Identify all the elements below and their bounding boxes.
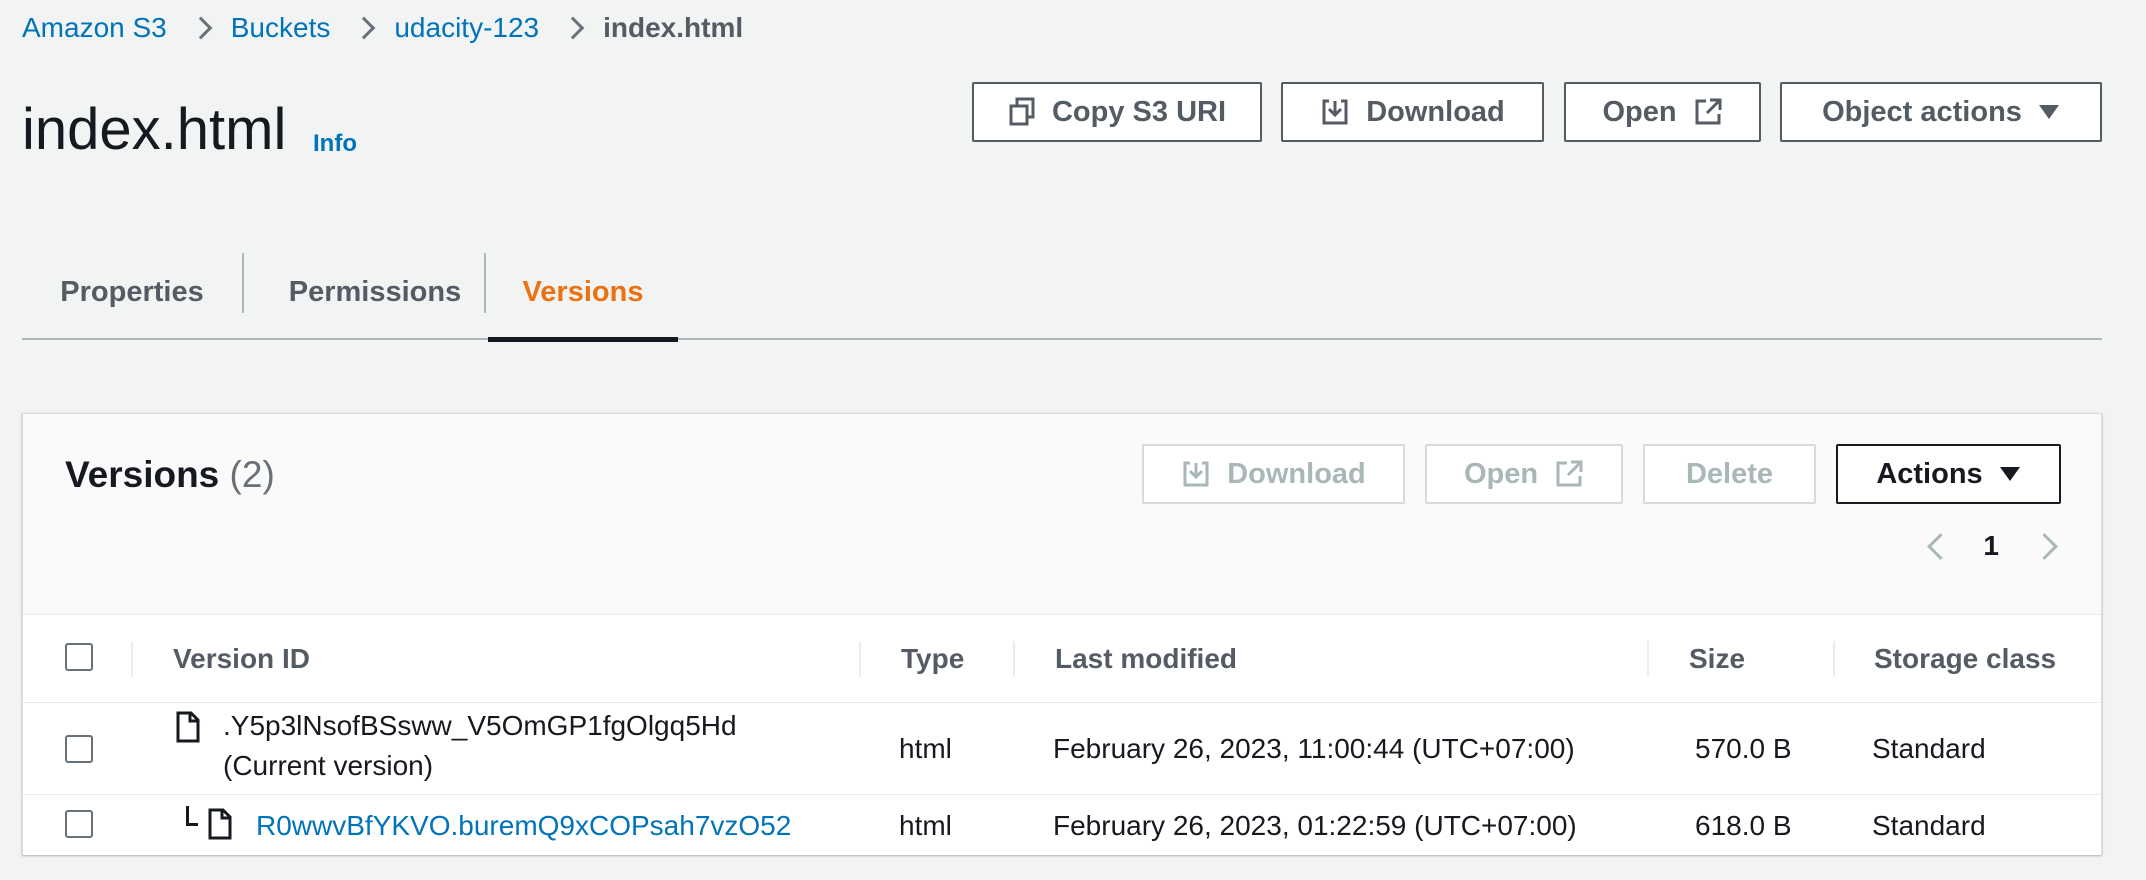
column-divider xyxy=(131,641,133,677)
version-download-label: Download xyxy=(1227,457,1366,490)
cell-type: html xyxy=(899,810,952,841)
table-row: .Y5p3lNsofBSsww_V5OmGP1fgOlgq5Hd (Curren… xyxy=(23,703,2101,795)
version-delete-button[interactable]: Delete xyxy=(1643,444,1816,504)
tab-permissions[interactable]: Permissions xyxy=(244,245,506,340)
copy-s3-uri-label: Copy S3 URI xyxy=(1051,95,1227,128)
open-label: Open xyxy=(1602,95,1677,128)
next-page-icon[interactable] xyxy=(2033,529,2061,563)
version-open-label: Open xyxy=(1463,457,1539,490)
versions-count: (2) xyxy=(229,454,275,495)
download-button[interactable]: Download xyxy=(1281,82,1544,142)
column-divider xyxy=(1013,641,1015,677)
copy-icon xyxy=(1008,97,1036,127)
column-version-id[interactable]: Version ID xyxy=(173,615,310,703)
object-actions-button[interactable]: Object actions xyxy=(1780,82,2102,142)
breadcrumb-amazon-s3[interactable]: Amazon S3 xyxy=(22,12,167,44)
previous-page-icon[interactable] xyxy=(1921,529,1949,563)
cell-storage-class: Standard xyxy=(1872,810,1986,841)
caret-down-icon xyxy=(1999,466,2021,482)
copy-s3-uri-button[interactable]: Copy S3 URI xyxy=(972,82,1262,142)
download-icon xyxy=(1181,459,1211,489)
s3-object-page: Amazon S3 Buckets udacity-123 index.html… xyxy=(0,0,2146,880)
breadcrumb-bucket[interactable]: udacity-123 xyxy=(394,12,539,44)
row-checkbox[interactable] xyxy=(65,735,93,763)
cell-storage-class: Standard xyxy=(1872,733,1986,764)
tab-properties[interactable]: Properties xyxy=(22,245,242,340)
download-icon xyxy=(1320,97,1350,127)
column-divider xyxy=(859,641,861,677)
breadcrumb: Amazon S3 Buckets udacity-123 index.html xyxy=(22,12,743,44)
chevron-right-icon xyxy=(342,16,382,40)
version-open-button[interactable]: Open xyxy=(1425,444,1623,504)
breadcrumb-buckets[interactable]: Buckets xyxy=(231,12,331,44)
cell-type: html xyxy=(899,733,952,764)
column-divider xyxy=(1833,641,1835,677)
external-link-icon xyxy=(1693,97,1723,127)
child-version-indicator xyxy=(186,806,198,826)
row-checkbox[interactable] xyxy=(65,810,93,838)
external-link-icon xyxy=(1554,459,1584,489)
version-id: .Y5p3lNsofBSsww_V5OmGP1fgOlgq5Hd xyxy=(223,710,737,741)
column-type[interactable]: Type xyxy=(901,615,964,703)
info-link[interactable]: Info xyxy=(313,130,357,158)
cell-size: 618.0 B xyxy=(1695,810,1792,841)
pagination: 1 xyxy=(1921,529,2061,563)
versions-heading: Versions (2) xyxy=(65,454,275,496)
table-header: Version ID Type Last modified Size Stora… xyxy=(23,615,2101,703)
version-download-button[interactable]: Download xyxy=(1142,444,1405,504)
file-icon xyxy=(207,808,233,845)
chevron-right-icon xyxy=(551,16,591,40)
version-delete-label: Delete xyxy=(1685,457,1774,490)
column-last-modified[interactable]: Last modified xyxy=(1055,615,1237,703)
breadcrumb-current: index.html xyxy=(603,12,744,43)
caret-down-icon xyxy=(2038,104,2060,120)
tab-bar: Properties Permissions Versions xyxy=(22,245,2102,342)
version-actions-label: Actions xyxy=(1876,457,1983,490)
version-id-link[interactable]: R0wwvBfYKVO.buremQ9xCOPsah7vzO52 xyxy=(256,796,791,856)
file-icon xyxy=(175,711,201,748)
column-storage-class[interactable]: Storage class xyxy=(1874,615,2056,703)
download-label: Download xyxy=(1366,95,1505,128)
object-actions-label: Object actions xyxy=(1822,95,2022,128)
current-page[interactable]: 1 xyxy=(1983,530,1999,562)
cell-last-modified: February 26, 2023, 11:00:44 (UTC+07:00) xyxy=(1053,733,1575,764)
versions-title: Versions xyxy=(65,454,220,495)
select-all-checkbox[interactable] xyxy=(65,643,93,671)
version-actions-button[interactable]: Actions xyxy=(1836,444,2061,504)
cell-size: 570.0 B xyxy=(1695,733,1792,764)
tab-versions[interactable]: Versions xyxy=(488,245,678,342)
column-divider xyxy=(1647,641,1649,677)
cell-last-modified: February 26, 2023, 01:22:59 (UTC+07:00) xyxy=(1053,810,1577,841)
chevron-right-icon xyxy=(179,16,219,40)
table-row: R0wwvBfYKVO.buremQ9xCOPsah7vzO52 html Fe… xyxy=(23,796,2101,856)
tab-divider xyxy=(484,253,486,313)
current-version-note: (Current version) xyxy=(223,750,434,781)
page-title: index.html xyxy=(22,97,287,162)
versions-table: Version ID Type Last modified Size Stora… xyxy=(23,614,2101,855)
versions-panel: Versions (2) Download Open Delete Action… xyxy=(22,413,2102,855)
column-size[interactable]: Size xyxy=(1689,615,1745,703)
open-button[interactable]: Open xyxy=(1564,82,1761,142)
